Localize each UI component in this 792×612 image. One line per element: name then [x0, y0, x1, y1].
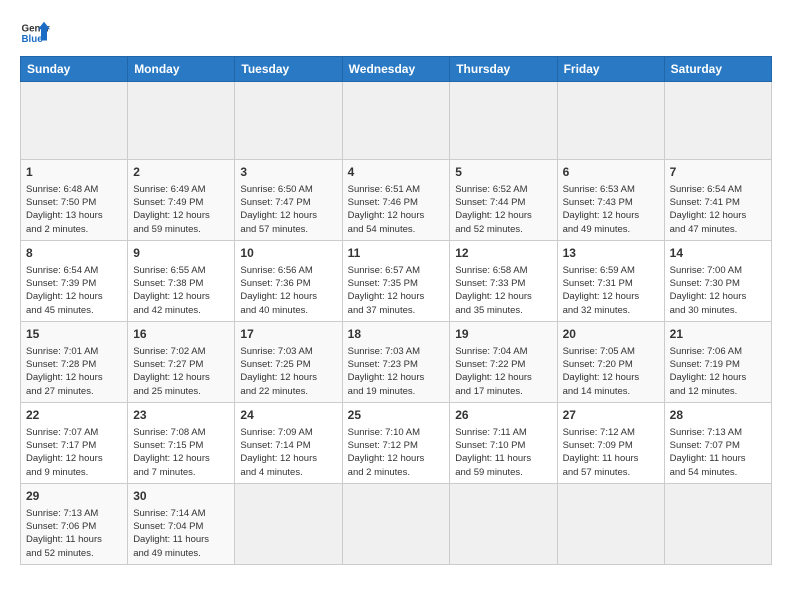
col-header-wednesday: Wednesday: [342, 57, 450, 82]
day-number: 29: [26, 488, 122, 505]
day-number: 5: [455, 164, 551, 181]
calendar-cell: 23Sunrise: 7:08 AMSunset: 7:15 PMDayligh…: [128, 402, 235, 483]
day-number: 11: [348, 245, 445, 262]
day-number: 2: [133, 164, 229, 181]
day-number: 14: [670, 245, 766, 262]
day-number: 16: [133, 326, 229, 343]
day-number: 24: [240, 407, 336, 424]
calendar-cell: 27Sunrise: 7:12 AMSunset: 7:09 PMDayligh…: [557, 402, 664, 483]
calendar-cell: 18Sunrise: 7:03 AMSunset: 7:23 PMDayligh…: [342, 321, 450, 402]
calendar-cell: 8Sunrise: 6:54 AMSunset: 7:39 PMDaylight…: [21, 240, 128, 321]
col-header-monday: Monday: [128, 57, 235, 82]
day-number: 17: [240, 326, 336, 343]
col-header-friday: Friday: [557, 57, 664, 82]
col-header-sunday: Sunday: [21, 57, 128, 82]
calendar-cell: 1Sunrise: 6:48 AMSunset: 7:50 PMDaylight…: [21, 160, 128, 241]
day-number: 12: [455, 245, 551, 262]
col-header-tuesday: Tuesday: [235, 57, 342, 82]
day-number: 18: [348, 326, 445, 343]
day-number: 3: [240, 164, 336, 181]
calendar-cell: [557, 82, 664, 160]
calendar-cell: 7Sunrise: 6:54 AMSunset: 7:41 PMDaylight…: [664, 160, 771, 241]
calendar-cell: [128, 82, 235, 160]
calendar-cell: 22Sunrise: 7:07 AMSunset: 7:17 PMDayligh…: [21, 402, 128, 483]
calendar-cell: 9Sunrise: 6:55 AMSunset: 7:38 PMDaylight…: [128, 240, 235, 321]
day-number: 7: [670, 164, 766, 181]
calendar-cell: [21, 82, 128, 160]
calendar-cell: [235, 483, 342, 564]
calendar-cell: 25Sunrise: 7:10 AMSunset: 7:12 PMDayligh…: [342, 402, 450, 483]
day-number: 21: [670, 326, 766, 343]
day-number: 23: [133, 407, 229, 424]
day-number: 9: [133, 245, 229, 262]
logo: General Blue: [20, 18, 50, 48]
svg-text:Blue: Blue: [22, 34, 44, 45]
calendar-cell: 16Sunrise: 7:02 AMSunset: 7:27 PMDayligh…: [128, 321, 235, 402]
day-number: 1: [26, 164, 122, 181]
day-number: 22: [26, 407, 122, 424]
calendar-cell: 5Sunrise: 6:52 AMSunset: 7:44 PMDaylight…: [450, 160, 557, 241]
calendar-cell: [235, 82, 342, 160]
calendar-cell: [342, 82, 450, 160]
calendar-cell: 2Sunrise: 6:49 AMSunset: 7:49 PMDaylight…: [128, 160, 235, 241]
calendar-cell: 30Sunrise: 7:14 AMSunset: 7:04 PMDayligh…: [128, 483, 235, 564]
logo-icon: General Blue: [20, 18, 50, 48]
col-header-saturday: Saturday: [664, 57, 771, 82]
calendar-cell: 6Sunrise: 6:53 AMSunset: 7:43 PMDaylight…: [557, 160, 664, 241]
calendar-cell: 4Sunrise: 6:51 AMSunset: 7:46 PMDaylight…: [342, 160, 450, 241]
day-number: 10: [240, 245, 336, 262]
calendar-cell: [450, 483, 557, 564]
day-number: 8: [26, 245, 122, 262]
page-container: General Blue SundayMondayTuesdayWednesda…: [0, 0, 792, 575]
day-number: 6: [563, 164, 659, 181]
day-number: 30: [133, 488, 229, 505]
calendar-cell: 12Sunrise: 6:58 AMSunset: 7:33 PMDayligh…: [450, 240, 557, 321]
calendar-cell: [664, 82, 771, 160]
calendar-cell: 26Sunrise: 7:11 AMSunset: 7:10 PMDayligh…: [450, 402, 557, 483]
calendar-cell: 13Sunrise: 6:59 AMSunset: 7:31 PMDayligh…: [557, 240, 664, 321]
calendar-table: SundayMondayTuesdayWednesdayThursdayFrid…: [20, 56, 772, 565]
calendar-cell: 19Sunrise: 7:04 AMSunset: 7:22 PMDayligh…: [450, 321, 557, 402]
calendar-cell: 14Sunrise: 7:00 AMSunset: 7:30 PMDayligh…: [664, 240, 771, 321]
day-number: 19: [455, 326, 551, 343]
calendar-cell: 10Sunrise: 6:56 AMSunset: 7:36 PMDayligh…: [235, 240, 342, 321]
day-number: 25: [348, 407, 445, 424]
day-number: 26: [455, 407, 551, 424]
calendar-cell: 21Sunrise: 7:06 AMSunset: 7:19 PMDayligh…: [664, 321, 771, 402]
calendar-cell: 20Sunrise: 7:05 AMSunset: 7:20 PMDayligh…: [557, 321, 664, 402]
calendar-cell: 3Sunrise: 6:50 AMSunset: 7:47 PMDaylight…: [235, 160, 342, 241]
calendar-cell: [342, 483, 450, 564]
header-row: SundayMondayTuesdayWednesdayThursdayFrid…: [21, 57, 772, 82]
calendar-cell: 11Sunrise: 6:57 AMSunset: 7:35 PMDayligh…: [342, 240, 450, 321]
calendar-cell: [664, 483, 771, 564]
calendar-cell: 15Sunrise: 7:01 AMSunset: 7:28 PMDayligh…: [21, 321, 128, 402]
day-number: 15: [26, 326, 122, 343]
calendar-cell: 17Sunrise: 7:03 AMSunset: 7:25 PMDayligh…: [235, 321, 342, 402]
calendar-cell: 29Sunrise: 7:13 AMSunset: 7:06 PMDayligh…: [21, 483, 128, 564]
calendar-cell: 24Sunrise: 7:09 AMSunset: 7:14 PMDayligh…: [235, 402, 342, 483]
day-number: 27: [563, 407, 659, 424]
day-number: 20: [563, 326, 659, 343]
header: General Blue: [20, 18, 772, 48]
calendar-cell: [557, 483, 664, 564]
day-number: 4: [348, 164, 445, 181]
col-header-thursday: Thursday: [450, 57, 557, 82]
calendar-cell: 28Sunrise: 7:13 AMSunset: 7:07 PMDayligh…: [664, 402, 771, 483]
day-number: 28: [670, 407, 766, 424]
calendar-cell: [450, 82, 557, 160]
day-number: 13: [563, 245, 659, 262]
